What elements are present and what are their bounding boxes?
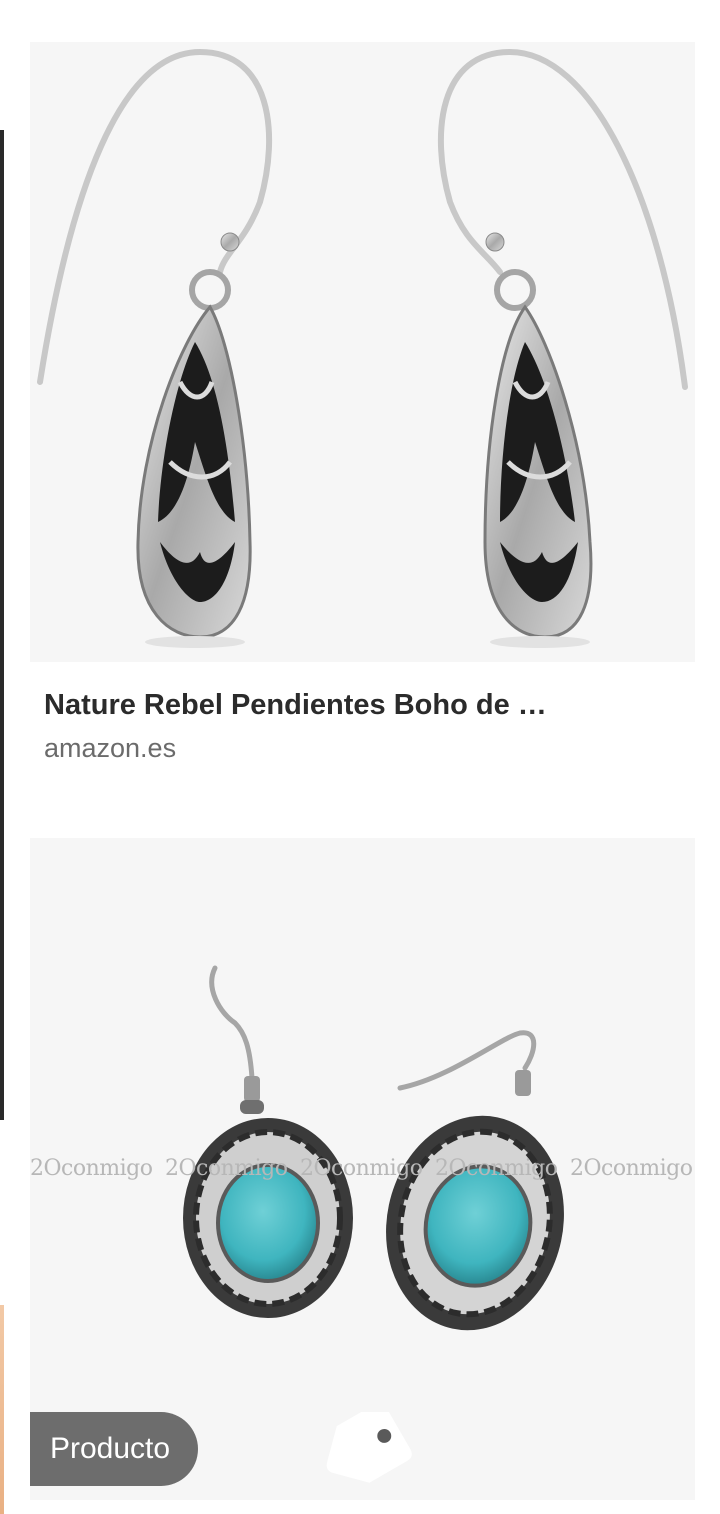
result-card[interactable]: 2Oconmigo 2Oconmigo 2Oconmigo 2Oconmigo … [30,838,695,1500]
left-edge-strip-lower [0,1305,4,1514]
product-badge[interactable]: Producto [30,1412,412,1486]
product-image[interactable] [30,42,695,662]
left-edge-strip [0,130,4,1120]
product-image[interactable]: 2Oconmigo 2Oconmigo 2Oconmigo 2Oconmigo … [30,838,695,1500]
tag-icon [326,1412,412,1483]
filigree-earrings-illustration [37,48,688,648]
image-watermark: 2Oconmigo 2Oconmigo 2Oconmigo 2Oconmigo … [30,1156,693,1181]
result-card[interactable]: Nature Rebel Pendientes Boho de … amazon… [30,42,695,764]
result-title[interactable]: Nature Rebel Pendientes Boho de … [44,688,674,722]
result-source[interactable]: amazon.es [44,732,695,764]
